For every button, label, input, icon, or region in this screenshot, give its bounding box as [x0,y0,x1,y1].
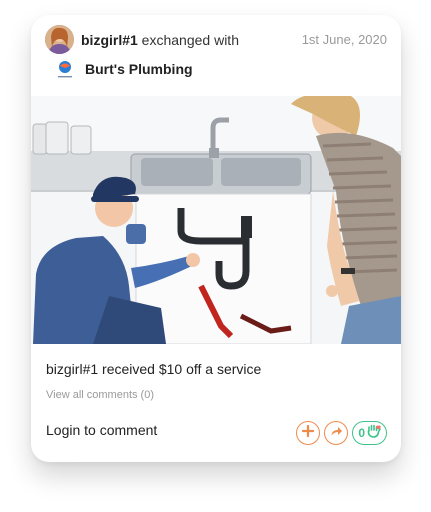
card-header: bizgirl#1 exchanged with 1st June, 2020 [45,25,387,55]
business-row: Burt's Plumbing [53,57,353,81]
like-count: 0 [358,426,365,440]
user-avatar[interactable] [45,25,74,54]
action-buttons: 0 [296,420,387,446]
business-logo-icon[interactable] [53,57,77,81]
share-button[interactable] [324,421,349,445]
post-date: 1st June, 2020 [301,32,387,47]
login-to-comment-link[interactable]: Login to comment [46,422,157,438]
share-arrow-icon [330,424,343,442]
activity-card: bizgirl#1 exchanged with 1st June, 2020 … [31,15,401,462]
add-button[interactable] [296,421,321,445]
action-text: exchanged with [137,32,239,48]
exchange-summary: bizgirl#1 received $10 off a service [46,361,262,377]
like-button[interactable]: 0 [352,421,387,445]
post-photo [31,96,401,344]
view-comments-link[interactable]: View all comments (0) [46,389,154,401]
plus-icon [302,424,315,442]
business-name-link[interactable]: Burt's Plumbing [85,61,193,77]
header-text: bizgirl#1 exchanged with [81,32,239,48]
username-link[interactable]: bizgirl#1 [81,32,138,48]
heart-hand-icon [366,424,382,443]
